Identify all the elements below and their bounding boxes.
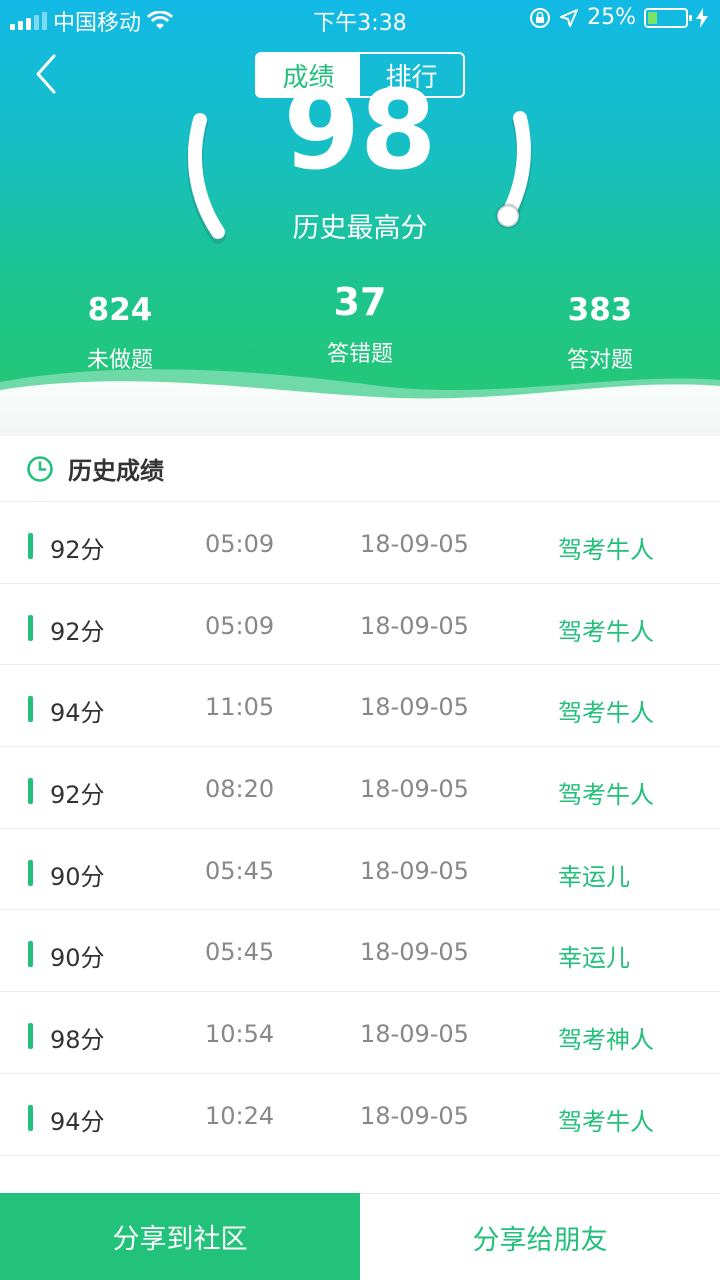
row-date: 18-09-05 [360,775,469,804]
clock-icon [27,455,53,482]
row-marker [28,1104,33,1131]
row-date: 18-09-05 [360,938,469,967]
row-date: 18-09-05 [360,611,469,640]
stat-value: 37 [333,280,387,324]
history-row[interactable]: 94分 10:24 18-09-05 驾考牛人 [0,1073,720,1156]
history-row[interactable]: 94分 11:05 18-09-05 驾考牛人 [0,665,720,748]
row-date: 18-09-05 [360,693,469,722]
row-title: 驾考牛人 [558,536,654,564]
stat-value: 824 [87,292,153,328]
stat-value: 383 [567,292,633,328]
header-wave [0,369,720,436]
row-title: 幸运儿 [558,862,630,891]
history-row[interactable]: 92分 05:09 18-09-05 驾考牛人 [0,583,720,666]
row-marker [28,696,33,723]
row-score: 94分 [50,1107,105,1136]
row-marker [28,941,33,968]
row-score: 94分 [50,699,105,728]
row-title: 驾考牛人 [558,781,654,810]
row-duration: 08:20 [205,775,275,804]
row-title: 驾考牛人 [558,617,654,646]
row-duration: 10:24 [205,1101,275,1130]
history-title: 历史成绩 [68,457,164,485]
row-duration: 05:09 [205,530,275,558]
row-duration: 05:09 [205,611,275,640]
row-marker [28,1023,33,1050]
stat-wrong: 37 答错题 [260,280,460,368]
row-marker [28,778,33,805]
history-row[interactable]: 90分 05:45 18-09-05 幸运儿 [0,828,720,911]
history-header: 历史成绩 [0,436,720,502]
row-score: 92分 [50,781,105,810]
row-date: 18-09-05 [360,530,469,558]
row-duration: 05:45 [205,856,275,885]
row-duration: 05:45 [205,938,275,967]
best-score-label: 历史最高分 [292,213,428,244]
share-community-button[interactable]: 分享到社区 [0,1193,360,1280]
footer-actions: 分享到社区 分享给朋友 [0,1193,720,1280]
row-title: 驾考牛人 [558,1107,654,1136]
row-title: 幸运儿 [558,944,630,973]
best-score: 98 [283,80,437,180]
row-date: 18-09-05 [360,1101,469,1130]
row-score: 90分 [50,944,105,973]
row-title: 驾考牛人 [558,699,654,728]
history-row[interactable]: 90分 05:45 18-09-05 幸运儿 [0,910,720,993]
row-marker [28,614,33,641]
row-score: 92分 [50,617,105,646]
row-score: 92分 [50,536,105,564]
history-list: 92分 05:09 18-09-05 驾考牛人 92分 05:09 18-09-05 驾考牛人… [0,502,720,1156]
row-duration: 10:54 [205,1020,275,1049]
row-date: 18-09-05 [360,856,469,885]
share-friends-button[interactable]: 分享给朋友 [360,1193,720,1280]
row-marker [28,533,33,559]
history-row[interactable]: 98分 10:54 18-09-05 驾考神人 [0,992,720,1074]
row-score: 98分 [50,1026,105,1055]
row-score: 90分 [50,862,105,891]
row-title: 驾考神人 [558,1026,654,1055]
row-duration: 11:05 [205,693,275,722]
row-date: 18-09-05 [360,1020,469,1049]
row-marker [28,859,33,886]
history-row[interactable]: 92分 05:09 18-09-05 驾考牛人 [0,502,720,584]
score-header: 中国移动 下午3:38 25% 成绩 排行 98 历史最高分 824 未做题 3… [0,0,720,436]
history-row[interactable]: 92分 08:20 18-09-05 驾考牛人 [0,747,720,829]
